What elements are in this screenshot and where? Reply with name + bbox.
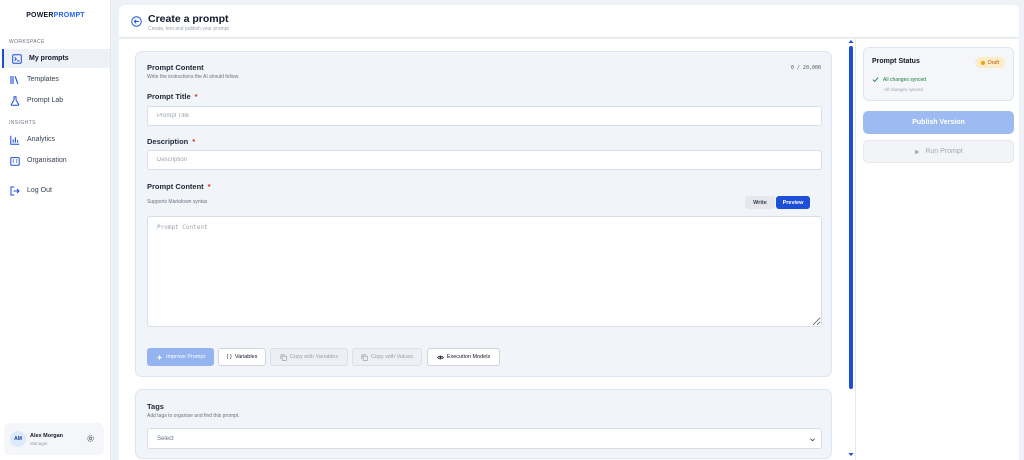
- required-mark: *: [207, 182, 211, 191]
- title-label: Prompt Title *: [147, 92, 198, 101]
- sidebar-item-label: Analytics: [27, 136, 56, 143]
- tags-select-value: Select: [157, 435, 174, 442]
- preview-toggle[interactable]: Preview: [776, 196, 810, 209]
- tags-title: Tags: [147, 402, 164, 411]
- description-label: Description *: [147, 137, 196, 146]
- chevron-down-icon: [810, 438, 815, 442]
- sidebar-item-prompt-lab[interactable]: Prompt Lab: [2, 91, 110, 110]
- run-prompt-button[interactable]: Run Prompt: [863, 140, 1014, 163]
- status-title: Prompt Status: [872, 58, 920, 65]
- sidebar-item-label: My prompts: [29, 55, 69, 62]
- sidebar-item-label: Organisation: [27, 157, 67, 164]
- avatar: AM: [10, 431, 26, 447]
- back-arrow-icon[interactable]: [131, 16, 142, 27]
- bar-chart-icon: [10, 135, 20, 145]
- sync-status: All changes synced: [872, 76, 926, 83]
- write-toggle[interactable]: Write: [745, 196, 775, 209]
- publish-version-button[interactable]: Publish Version: [863, 111, 1014, 134]
- sidebar-section-insights: INSIGHTS: [9, 120, 36, 126]
- braces-icon: { }: [226, 354, 232, 360]
- logout-icon: [10, 186, 20, 195]
- logout-label: Log Out: [27, 187, 52, 194]
- building-icon: [10, 156, 20, 166]
- content-label: Prompt Content *: [147, 182, 211, 191]
- tags-select[interactable]: Select: [147, 428, 822, 449]
- scroll-down-icon[interactable]: [848, 452, 854, 457]
- required-mark: *: [194, 92, 198, 101]
- copy-icon: [361, 354, 368, 361]
- page-title: Create a prompt: [148, 13, 229, 25]
- execution-models-button[interactable]: Execution Models: [427, 348, 500, 366]
- sync-substatus: All changes synced: [884, 87, 923, 92]
- prompt-content-textarea[interactable]: [147, 216, 822, 327]
- prompt-terminal-icon: [12, 53, 22, 64]
- description-input[interactable]: [147, 150, 822, 170]
- copy-with-variables-button[interactable]: Copy with Variables: [270, 348, 348, 366]
- tags-subtitle: Add tags to organise and find this promp…: [147, 413, 240, 419]
- scrollbar-thumb[interactable]: [849, 46, 853, 389]
- sidebar: POWERPROMPT WORKSPACE My prompts Templat…: [0, 0, 111, 460]
- sidebar-item-organisation[interactable]: Organisation: [2, 151, 110, 170]
- copy-icon: [280, 354, 287, 361]
- improve-prompt-button[interactable]: Improve Prompt: [147, 348, 214, 366]
- card-title: Prompt Content: [147, 63, 204, 72]
- dot-icon: [981, 60, 986, 65]
- library-icon: [10, 75, 19, 84]
- scroll-up-icon[interactable]: [848, 39, 854, 44]
- sidebar-item-analytics[interactable]: Analytics: [2, 130, 110, 149]
- required-mark: *: [192, 137, 196, 146]
- status-badge: Draft: [975, 57, 1005, 68]
- sidebar-item-my-prompts[interactable]: My prompts: [2, 49, 110, 68]
- user-name: Alex Morgan: [30, 433, 64, 439]
- main-scrollbar[interactable]: [848, 39, 854, 460]
- copy-with-values-button[interactable]: Copy with Values: [352, 348, 422, 366]
- check-icon: [872, 77, 879, 83]
- card-subtitle: Write the instructions the AI should fol…: [147, 74, 240, 80]
- char-counter: 0 / 20,000: [790, 65, 821, 71]
- brand-logo[interactable]: POWERPROMPT: [0, 12, 111, 19]
- prompt-content-card: Prompt Content Write the instructions th…: [135, 51, 832, 377]
- sparkle-icon: [156, 353, 163, 361]
- sidebar-section-workspace: WORKSPACE: [9, 39, 45, 45]
- markdown-note: Supports Markdown syntax: [147, 199, 208, 205]
- logout-button[interactable]: Log Out: [2, 181, 110, 200]
- main-content: Prompt Content Write the instructions th…: [119, 39, 856, 460]
- prompt-title-input[interactable]: [147, 106, 822, 126]
- sidebar-item-label: Templates: [27, 76, 59, 83]
- sidebar-item-label: Prompt Lab: [27, 97, 64, 104]
- user-card[interactable]: AM Alex Morgan Manager: [4, 423, 104, 455]
- flask-icon: [10, 95, 20, 106]
- page-header: Create a prompt Create, test and publish…: [119, 5, 1019, 38]
- eye-icon: [436, 355, 444, 359]
- sidebar-item-templates[interactable]: Templates: [2, 70, 110, 89]
- status-panel: Prompt Status Draft All changes synced A…: [855, 39, 1019, 460]
- tags-card: Tags Add tags to organise and find this …: [135, 389, 832, 459]
- user-role: Manager: [30, 441, 48, 446]
- page-subtitle: Create, test and publish your prompt: [148, 26, 229, 32]
- variables-button[interactable]: { } Variables: [218, 348, 266, 366]
- gear-icon[interactable]: [86, 434, 95, 443]
- prompt-status-card: Prompt Status Draft All changes synced A…: [863, 47, 1014, 101]
- play-icon: [915, 149, 920, 154]
